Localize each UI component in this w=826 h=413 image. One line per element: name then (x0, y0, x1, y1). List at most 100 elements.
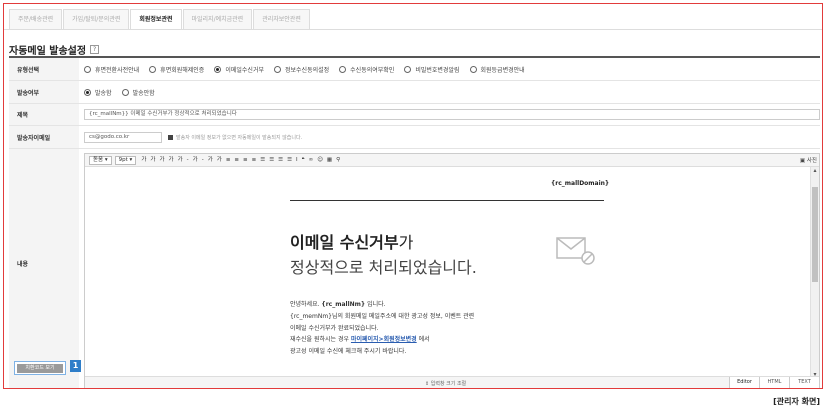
headline-line2: 정상적으로 처리되었습니다. (290, 258, 477, 277)
type-radio-group: 휴면전환사전안내 휴면회원해제인증 이메일수신거부 정보수신동의설정 수신동의여부확인 비… (84, 58, 820, 80)
toolbar-button[interactable]: 가 (193, 157, 198, 163)
mode-tab-text[interactable]: TEXT (789, 377, 819, 388)
type-option-label: 수신동의여부확인 (350, 66, 395, 74)
rich-text-editor: 돋움 ▾ 9pt ▾ 가 가 가 가 가 - 가 - 가 가 ≡ ≡ ≡ ≡ ☰ ☰ ☰ ☰ I ❝ ∞ ☺ ▦ ⚲ ▣ 사진… (84, 153, 820, 388)
toolbar-button[interactable]: ☰ (260, 157, 265, 163)
callout-badge: 1 (70, 360, 81, 372)
radio-icon[interactable] (214, 65, 222, 73)
tab-0[interactable]: 주문/배송관련 (9, 9, 63, 29)
resize-handle[interactable]: ⇕ 입력창 크기 조절 (425, 380, 466, 387)
toolbar-button[interactable]: ☺ (317, 157, 323, 163)
tab-1[interactable]: 가입/탈퇴/문의관련 (63, 9, 130, 29)
type-option[interactable]: 휴면전환사전안내 (84, 65, 139, 74)
editor-canvas[interactable]: {rc_mallDomain} 이메일 수신거부가 정상적으로 처리되었습니다.… (85, 167, 812, 378)
header-rule (290, 200, 604, 201)
type-option[interactable]: 이메일수신거부 (214, 65, 264, 74)
send-option[interactable]: 발송함 (84, 88, 112, 97)
type-option[interactable]: 비밀번호변경알림 (404, 65, 460, 74)
radio-icon[interactable] (84, 88, 91, 96)
scroll-thumb[interactable] (812, 187, 818, 282)
toolbar-button[interactable]: ▦ (327, 157, 332, 163)
toolbar-button[interactable]: ☰ (278, 157, 283, 163)
editor-statusbar: ⇕ 입력창 크기 조절 Editor HTML TEXT (85, 376, 819, 388)
send-option-label: 발송함 (95, 89, 112, 97)
toolbar-button[interactable]: 가 (178, 157, 183, 163)
tab-4[interactable]: 관리자보안관련 (253, 9, 310, 29)
tab-2[interactable]: 회원정보관련 (130, 9, 182, 29)
radio-icon[interactable] (339, 65, 347, 73)
toolbar-button[interactable]: I (296, 157, 298, 163)
mode-tab-html[interactable]: HTML (759, 377, 789, 388)
editor-toolbar: 돋움 ▾ 9pt ▾ 가 가 가 가 가 - 가 - 가 가 ≡ ≡ ≡ ≡ ☰ ☰ ☰ ☰ I ❝ ∞ ☺ ▦ ⚲ ▣ 사진 (85, 154, 819, 167)
font-select[interactable]: 돋움 ▾ (89, 155, 112, 165)
toolbar-button[interactable]: 가 (169, 157, 174, 163)
caption: [관리자 화면] (773, 397, 820, 406)
toolbar-button[interactable]: 가 (217, 157, 222, 163)
toolbar-button[interactable]: 가 (141, 157, 146, 163)
photo-button[interactable]: ▣ 사진 (800, 156, 817, 164)
radio-icon[interactable] (149, 65, 157, 73)
radio-icon[interactable] (121, 88, 129, 96)
toolbar-button[interactable]: ☰ (287, 157, 292, 163)
sender-email-input[interactable]: cs@godo.co.kr (84, 131, 162, 143)
toolbar-button[interactable]: - (202, 157, 204, 163)
toolbar-button[interactable]: ❝ (302, 157, 305, 163)
send-option-label: 발송안함 (132, 89, 155, 97)
view-codes-button[interactable]: 치환코드 보기 (14, 361, 66, 375)
headline-line1: 이메일 수신거부가 (290, 233, 414, 252)
toolbar-button[interactable]: ∞ (309, 157, 314, 163)
toolbar-button[interactable]: 가 (150, 157, 155, 163)
type-option-label: 휴면전환사전안내 (95, 66, 140, 74)
admin-frame: 주문/배송관련 가입/탈퇴/문의관련 회원정보관련 마일리지/예치금관련 관리자보안관련… (3, 3, 823, 389)
help-icon[interactable]: ? (90, 45, 100, 54)
toolbar-button[interactable]: ≡ (252, 157, 257, 163)
content-label: 내용 (9, 149, 79, 388)
row-type: 유형선택 휴면전환사전안내 휴면회원해제인증 이메일수신거부 정보수신동의설정 수신동의… (9, 58, 820, 81)
toolbar-button[interactable]: - (187, 157, 189, 163)
toolbar-button[interactable]: ⚲ (336, 157, 340, 163)
row-subject: 제목 {rc_mallNm}} 이메일 수신거부가 정상적으로 처리되었습니다 (9, 104, 820, 126)
mypage-link[interactable]: 마이페이지>회원정보변경 (351, 336, 417, 343)
send-radio-group: 발송함 발송안함 (84, 81, 820, 103)
toolbar-button[interactable]: ☰ (269, 157, 274, 163)
type-option[interactable]: 정보수신동의설정 (273, 65, 329, 74)
type-option-label: 이메일수신거부 (225, 66, 264, 74)
type-option[interactable]: 회원등급변경안내 (469, 65, 525, 74)
scroll-up-icon[interactable]: ▴ (811, 167, 819, 174)
sender-label: 발송자이메일 (9, 126, 79, 148)
type-option[interactable]: 수신동의여부확인 (339, 65, 394, 74)
radio-icon[interactable] (84, 65, 91, 73)
mode-tabs: Editor HTML TEXT (729, 377, 819, 388)
type-option-label: 휴면회원해제인증 (160, 66, 205, 74)
row-send: 발송여부 발송함 발송안함 (9, 81, 820, 104)
mode-tab-editor[interactable]: Editor (729, 377, 759, 388)
mall-domain: {rc_mallDomain} (551, 180, 610, 187)
row-sender: 발송자이메일 cs@godo.co.kr 발송자 이메일 정보가 없으면 자동메… (9, 126, 820, 149)
toolbar-button[interactable]: 가 (159, 157, 164, 163)
editor-scrollbar[interactable]: ▴ ▾ (810, 167, 819, 378)
email-body: 안녕하세요. {rc_mallNm} 입니다. {rc_memNm}님의 회원메… (290, 301, 475, 356)
radio-icon[interactable] (469, 65, 477, 73)
type-option[interactable]: 휴면회원해제인증 (149, 65, 204, 74)
type-label: 유형선택 (9, 58, 79, 80)
page-title: 자동메일 발송설정 ? (9, 42, 100, 57)
radio-icon[interactable] (404, 65, 412, 73)
toolbar-button[interactable]: 가 (208, 157, 213, 163)
toolbar-button[interactable]: ≡ (226, 157, 231, 163)
toolbar-button[interactable]: ≡ (234, 157, 239, 163)
toolbar-button[interactable]: ≡ (243, 157, 248, 163)
mail-blocked-icon (556, 237, 595, 265)
view-codes-label: 치환코드 보기 (17, 364, 63, 373)
info-icon (168, 134, 173, 140)
settings-form: 유형선택 휴면전환사전안내 휴면회원해제인증 이메일수신거부 정보수신동의설정 수신동의… (9, 56, 820, 388)
sender-note: 발송자 이메일 정보가 없으면 자동메일이 발송되지 않습니다. (168, 134, 302, 141)
subject-input[interactable]: {rc_mallNm}} 이메일 수신거부가 정상적으로 처리되었습니다 (84, 109, 820, 120)
row-content: 내용 치환코드 보기 1 돋움 ▾ 9pt ▾ 가 가 가 가 가 - 가 - 가 가 ≡ ≡ ≡ ≡ ☰ ☰… (9, 149, 820, 388)
tab-3[interactable]: 마일리지/예치금관련 (182, 9, 253, 29)
size-select[interactable]: 9pt ▾ (114, 155, 137, 165)
sender-note-text: 발송자 이메일 정보가 없으면 자동메일이 발송되지 않습니다. (176, 134, 303, 141)
send-option[interactable]: 발송안함 (121, 88, 155, 97)
radio-icon[interactable] (273, 65, 281, 73)
type-option-label: 비밀번호변경알림 (415, 66, 460, 74)
tab-divider (4, 29, 822, 30)
